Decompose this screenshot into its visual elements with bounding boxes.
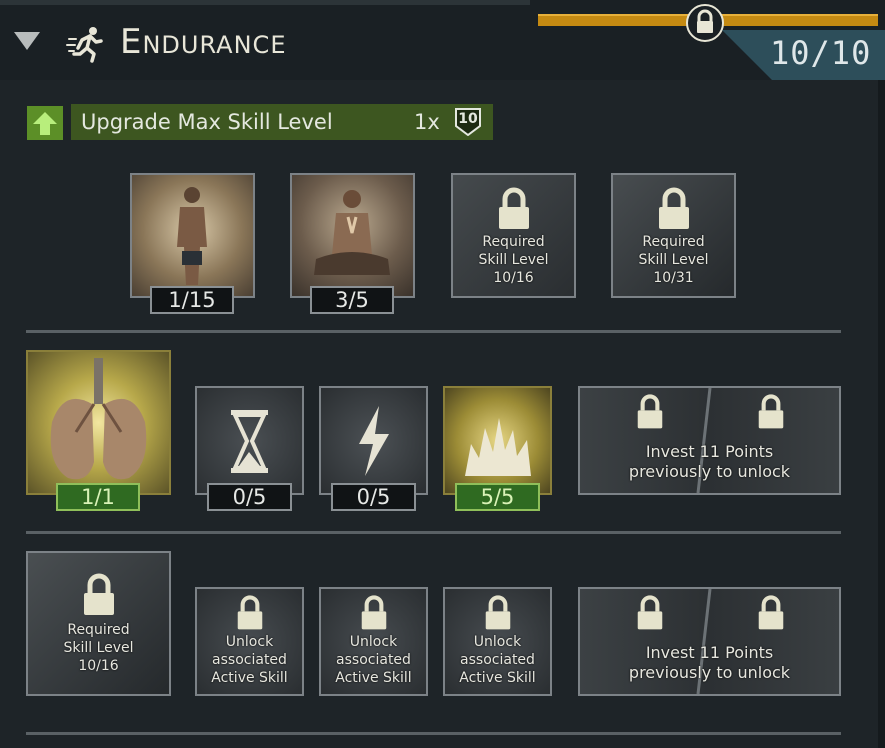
invest-requirement-label: previously to unlock (628, 462, 791, 481)
lock-requirement-value: 10/16 (78, 658, 119, 674)
invest-requirement-label: Invest 11 Points (645, 442, 774, 461)
skill-counter: 5/5 (455, 483, 540, 511)
lock-requirement-value: 10/31 (653, 270, 694, 286)
lock-icon (686, 4, 724, 42)
lightning-bolt-icon (359, 406, 389, 476)
skill-tile-locked[interactable]: Required Skill Level 10/16 (26, 551, 171, 696)
collapse-toggle-icon[interactable] (14, 32, 40, 50)
invest-requirement-label: previously to unlock (628, 663, 791, 682)
invest-requirement-label: Invest 11 Points (645, 643, 774, 662)
lock-requirement-label: Skill Level (478, 252, 549, 268)
meditating-man-icon (314, 190, 390, 275)
skill-tile-locked[interactable]: Unlock associated Active Skill (443, 587, 552, 696)
lock-icon (637, 394, 663, 429)
explosion-icon (465, 418, 531, 476)
skill-tile-locked[interactable]: Unlock associated Active Skill (319, 587, 428, 696)
skill-tile-invest-locked[interactable]: Invest 11 Points previously to unlock (578, 386, 841, 495)
hourglass-icon (231, 410, 268, 473)
lock-requirement-value: 10/16 (493, 270, 534, 286)
lock-icon (485, 595, 511, 630)
skill-tile-locked[interactable]: Unlock associated Active Skill (195, 587, 304, 696)
standing-man-icon (177, 187, 207, 285)
lock-icon (637, 595, 663, 630)
lock-requirement-label: Active Skill (211, 670, 288, 686)
lock-requirement-label: associated (336, 652, 411, 668)
upgrade-arrow-icon (27, 106, 63, 140)
lock-icon (237, 595, 263, 630)
lock-icon (758, 595, 784, 630)
lock-requirement-label: associated (460, 652, 535, 668)
lungs-icon (50, 358, 147, 480)
lock-requirement-label: Skill Level (63, 640, 134, 656)
lock-requirement-label: associated (212, 652, 287, 668)
running-man-icon (66, 24, 106, 64)
skill-counter: 3/5 (310, 286, 394, 314)
lock-icon (659, 187, 689, 229)
row-divider (26, 531, 841, 534)
skill-counter: 0/5 (207, 483, 292, 511)
lock-requirement-label: Active Skill (459, 670, 536, 686)
lock-icon (361, 595, 387, 630)
row-divider (26, 330, 841, 333)
header-top-edge (0, 0, 530, 5)
skill-panel: 10/10 Endurance Upgrade Max Skill Level … (0, 0, 885, 748)
lock-requirement-label: Unlock (225, 634, 274, 650)
skill-counter: 1/1 (56, 483, 140, 511)
row-divider (26, 732, 841, 735)
upgrade-max-skill-level-button[interactable]: Upgrade Max Skill Level 1x 10 (27, 104, 493, 140)
lock-icon (84, 573, 114, 615)
skill-tile-locked[interactable]: Required Skill Level 10/31 (611, 173, 736, 298)
skill-tile-meditation[interactable] (290, 173, 415, 298)
panel-header: 10/10 Endurance (0, 0, 885, 80)
lock-requirement-label: Unlock (473, 634, 522, 650)
upgrade-badge-value: 10 (458, 111, 478, 127)
skill-tile-hourglass[interactable] (195, 386, 304, 495)
lock-icon (758, 394, 784, 429)
skill-tile-physique[interactable] (130, 173, 255, 298)
lock-icon (499, 187, 529, 229)
lock-requirement-label: Skill Level (638, 252, 709, 268)
skill-counter: 0/5 (331, 483, 416, 511)
skill-counter: 1/15 (150, 286, 234, 314)
lock-requirement-label: Required (482, 234, 545, 250)
skill-tile-locked[interactable]: Required Skill Level 10/16 (451, 173, 576, 298)
upgrade-label: Upgrade Max Skill Level (81, 110, 333, 134)
lock-requirement-label: Active Skill (335, 670, 412, 686)
skill-level-value: 10/10 (770, 34, 872, 72)
upgrade-multiplier: 1x (414, 110, 440, 134)
panel-title: Endurance (120, 22, 287, 62)
lock-requirement-label: Required (67, 622, 130, 638)
skill-tile-invest-locked[interactable]: Invest 11 Points previously to unlock (578, 587, 841, 696)
lock-requirement-label: Required (642, 234, 705, 250)
skill-tile-lightning[interactable] (319, 386, 428, 495)
skill-tile-explosion[interactable] (443, 386, 552, 495)
skill-tile-lungs[interactable] (26, 350, 171, 495)
lock-requirement-label: Unlock (349, 634, 398, 650)
panel-right-edge (878, 80, 885, 748)
upgrade-badge-icon: 10 (455, 108, 481, 136)
